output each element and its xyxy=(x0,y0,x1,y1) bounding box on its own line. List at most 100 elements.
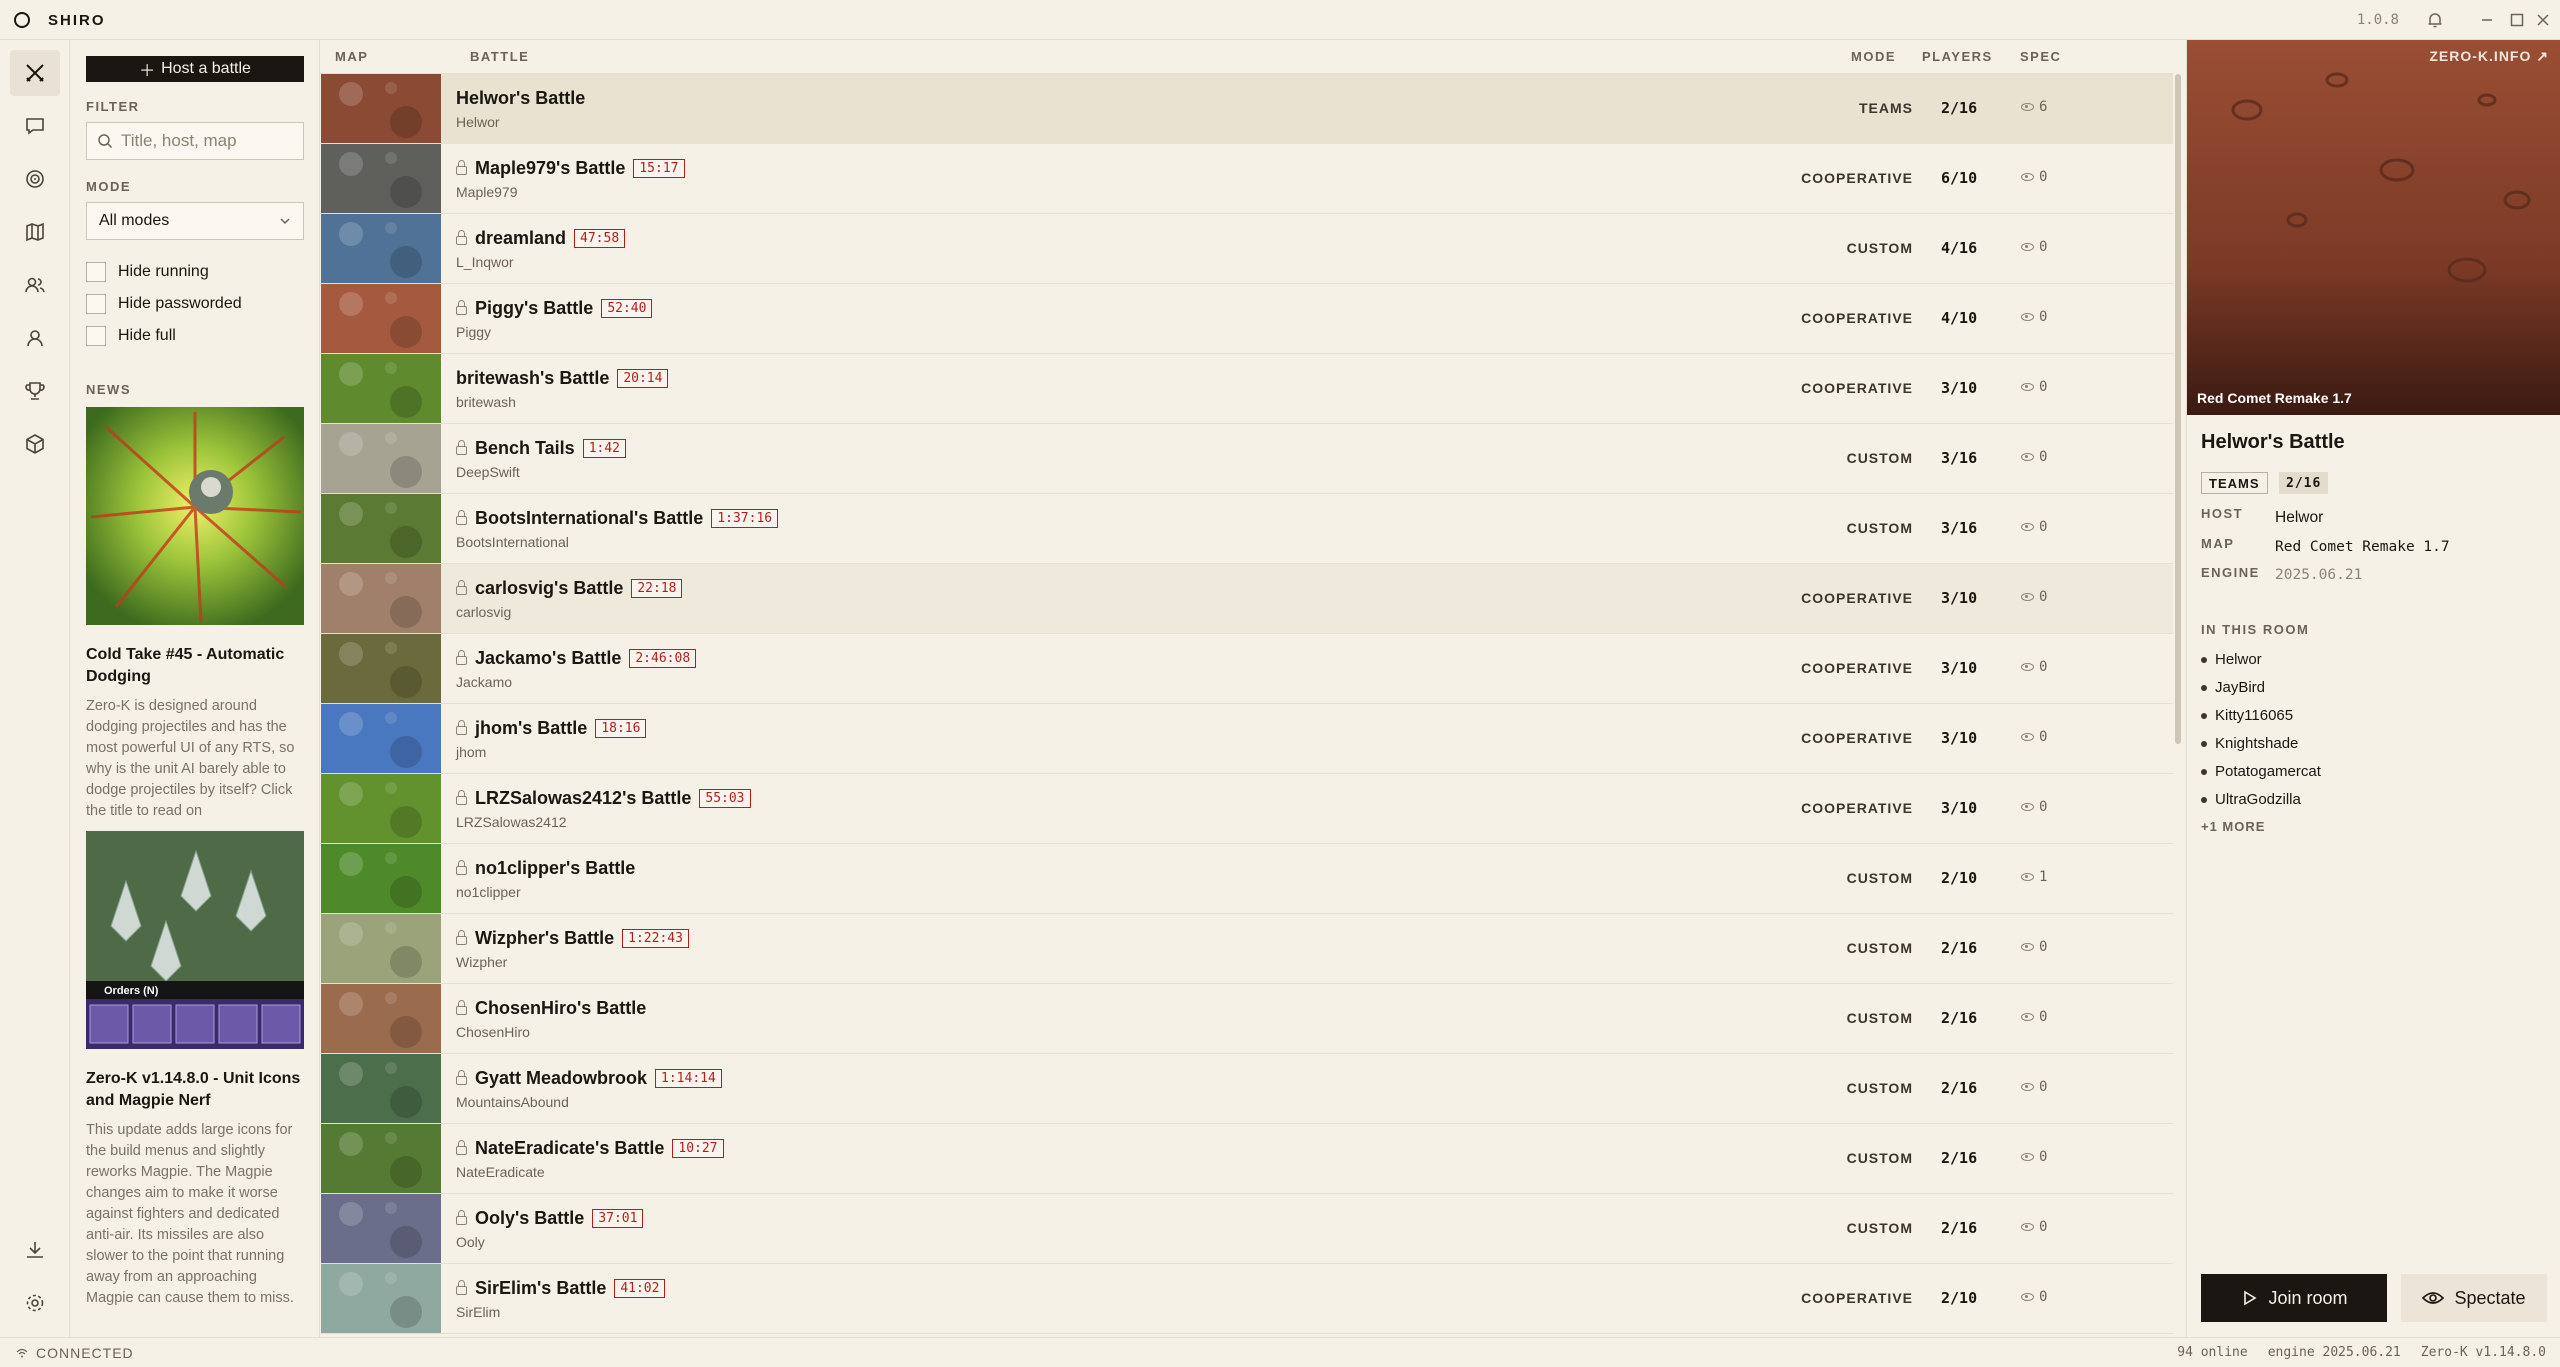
external-link[interactable]: ZERO-K.INFO ↗ xyxy=(2429,48,2549,65)
spectator-count: 0 xyxy=(2039,379,2048,395)
member-item[interactable]: Potatogamercat xyxy=(2201,763,2321,780)
eye-icon xyxy=(2021,1153,2034,1161)
nav-maps-icon[interactable] xyxy=(10,209,60,255)
battle-row[interactable]: Wizpher's Battle 1:22:43 Wizpher CUSTOM 2/16… xyxy=(321,914,2173,984)
lock-icon xyxy=(456,790,467,805)
battle-row[interactable]: Helwor's Battle Helwor TEAMS 2/16 6 xyxy=(321,74,2173,144)
host-battle-button[interactable]: ＋ Host a battle xyxy=(86,56,304,82)
join-room-button[interactable]: Join room xyxy=(2201,1274,2387,1322)
room-label: IN THIS ROOM xyxy=(2201,622,2310,637)
member-name: Potatogamercat xyxy=(2215,763,2321,780)
battle-row[interactable]: Bench Tails 1:42 DeepSwift CUSTOM 3/16 0 xyxy=(321,424,2173,494)
lock-icon xyxy=(456,1000,467,1015)
nav-chat-icon[interactable] xyxy=(10,103,60,149)
running-timer: 1:42 xyxy=(582,439,627,458)
battle-name: Wizpher's Battle xyxy=(475,928,615,948)
col-players[interactable]: PLAYERS xyxy=(1922,49,1993,64)
battle-host: Jackamo xyxy=(456,674,513,690)
col-map[interactable]: MAP xyxy=(335,49,368,64)
battle-row[interactable]: Maple979's Battle 15:17 Maple979 COOPERATIV… xyxy=(321,144,2173,214)
running-timer: 18:16 xyxy=(595,719,647,738)
member-item[interactable]: JayBird xyxy=(2201,679,2265,696)
battle-rows: Helwor's Battle Helwor TEAMS 2/16 6 Maple979'… xyxy=(321,74,2173,1334)
nav-trophy-icon[interactable] xyxy=(10,368,60,414)
minimize-button[interactable] xyxy=(2474,8,2500,32)
hide-full-checkbox[interactable]: Hide full xyxy=(86,326,176,346)
status-dot-icon xyxy=(2201,684,2207,691)
member-item[interactable]: Knightshade xyxy=(2201,735,2298,752)
list-scrollbar[interactable] xyxy=(2175,74,2181,744)
close-button[interactable] xyxy=(2530,8,2556,32)
battle-row[interactable]: ChosenHiro's Battle ChosenHiro CUSTOM 2/16 0 xyxy=(321,984,2173,1054)
col-mode[interactable]: MODE xyxy=(1851,49,1896,64)
battle-mode: CUSTOM xyxy=(1846,450,1913,466)
spectate-button[interactable]: Spectate xyxy=(2401,1274,2547,1322)
battle-players: 4/10 xyxy=(1941,309,1978,327)
nav-battles-icon[interactable] xyxy=(10,50,60,96)
news-title[interactable]: Zero-K v1.14.8.0 - Unit Icons and Magpie… xyxy=(86,1068,304,1112)
running-timer: 2:46:08 xyxy=(629,649,697,668)
member-item[interactable]: Helwor xyxy=(2201,651,2262,668)
battle-row[interactable]: Gyatt Meadowbrook 1:14:14 MountainsAbound C… xyxy=(321,1054,2173,1124)
mode-select[interactable]: All modes xyxy=(86,202,304,240)
nav-friends-icon[interactable] xyxy=(10,262,60,308)
battle-row[interactable]: jhom's Battle 18:16 jhom COOPERATIVE 3/10 0 xyxy=(321,704,2173,774)
nav-profile-icon[interactable] xyxy=(10,315,60,361)
battle-spectators: 0 xyxy=(2021,169,2047,185)
member-name: Knightshade xyxy=(2215,735,2299,752)
running-timer: 1:22:43 xyxy=(622,929,689,948)
battle-name: dreamland xyxy=(475,228,567,248)
nav-download-icon[interactable] xyxy=(10,1227,60,1273)
battle-mode: TEAMS xyxy=(1859,100,1913,116)
checkbox-box[interactable] xyxy=(86,262,106,282)
checkbox-box[interactable] xyxy=(86,294,106,314)
battle-host: BootsInternational xyxy=(456,534,569,550)
lock-icon xyxy=(456,650,467,665)
battle-title: Wizpher's Battle 1:22:43 xyxy=(456,928,689,949)
map-thumbnail xyxy=(321,494,441,563)
battle-row[interactable]: LRZSalowas2412's Battle 55:03 LRZSalowas24… xyxy=(321,774,2173,844)
hide-running-checkbox[interactable]: Hide running xyxy=(86,262,209,282)
battle-spectators: 0 xyxy=(2021,939,2047,955)
col-battle[interactable]: BATTLE xyxy=(470,49,529,64)
member-item[interactable]: UltraGodzilla xyxy=(2201,791,2301,808)
news-item[interactable]: Cold Take #45 - Automatic Dodging Zero-K… xyxy=(86,407,304,822)
chevron-down-icon xyxy=(280,218,290,225)
battle-row[interactable]: Piggy's Battle 52:40 Piggy COOPERATIVE 4/10 0 xyxy=(321,284,2173,354)
search-box[interactable] xyxy=(86,122,304,160)
status-dot-icon xyxy=(2201,796,2207,803)
battle-row[interactable]: no1clipper's Battle no1clipper CUSTOM 2/10 1 xyxy=(321,844,2173,914)
running-timer: 20:14 xyxy=(617,369,669,388)
battle-mode: COOPERATIVE xyxy=(1801,590,1913,606)
nav-package-icon[interactable] xyxy=(10,421,60,467)
nav-settings-gear-icon[interactable] xyxy=(10,1280,60,1326)
battle-row[interactable]: carlosvig's Battle 22:18 carlosvig COOPERAT… xyxy=(321,564,2173,634)
col-spec[interactable]: SPEC xyxy=(2020,49,2061,64)
eye-icon xyxy=(2021,453,2034,461)
news-image[interactable] xyxy=(86,407,304,625)
maximize-button[interactable] xyxy=(2504,8,2530,32)
battle-players: 3/10 xyxy=(1941,799,1978,817)
battle-row[interactable]: Jackamo's Battle 2:46:08 Jackamo COOPERATIV… xyxy=(321,634,2173,704)
search-input[interactable] xyxy=(121,131,291,151)
battle-spectators: 0 xyxy=(2021,1149,2047,1165)
battle-row[interactable]: Ooly's Battle 37:01 Ooly CUSTOM 2/16 0 xyxy=(321,1194,2173,1264)
battle-row[interactable]: britewash's Battle 20:14 britewash COOPERAT… xyxy=(321,354,2173,424)
nav-target-icon[interactable] xyxy=(10,156,60,202)
member-item[interactable]: Kitty116065 xyxy=(2201,707,2293,724)
battle-players: 2/16 xyxy=(1941,1219,1978,1237)
more-members-link[interactable]: +1 MORE xyxy=(2201,819,2265,834)
battle-row[interactable]: dreamland 47:58 L_Inqwor CUSTOM 4/16 0 xyxy=(321,214,2173,284)
news-item[interactable]: Orders (N) Zero-K v1.14.8.0 - Unit Icons… xyxy=(86,831,304,1309)
battle-row[interactable]: SirElim's Battle 41:02 SirElim COOPERATIVE 2… xyxy=(321,1264,2173,1334)
notification-bell-icon[interactable] xyxy=(2422,8,2448,32)
battle-row[interactable]: NateEradicate's Battle 10:27 NateEradicate… xyxy=(321,1124,2173,1194)
battle-name: ChosenHiro's Battle xyxy=(475,998,647,1018)
battle-row[interactable]: BootsInternational's Battle 1:37:16 BootsI… xyxy=(321,494,2173,564)
checkbox-box[interactable] xyxy=(86,326,106,346)
news-image[interactable]: Orders (N) xyxy=(86,831,304,1049)
battle-name: carlosvig's Battle xyxy=(475,578,624,598)
battle-players: 4/16 xyxy=(1941,239,1978,257)
news-title[interactable]: Cold Take #45 - Automatic Dodging xyxy=(86,644,304,688)
hide-passworded-checkbox[interactable]: Hide passworded xyxy=(86,294,242,314)
